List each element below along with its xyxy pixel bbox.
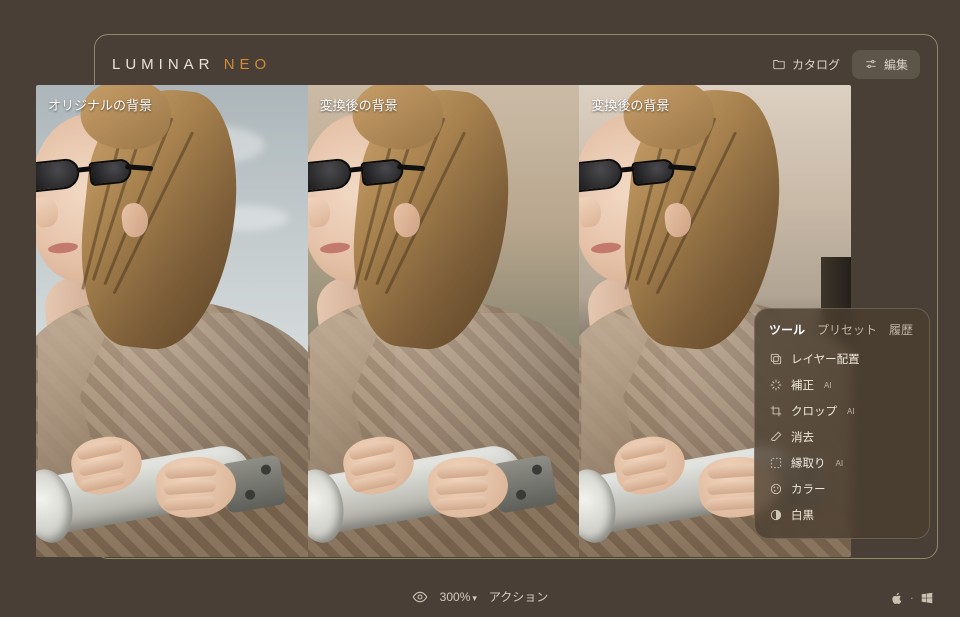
tool-color[interactable]: カラー — [765, 476, 919, 502]
tool-crop-ai: AI — [847, 407, 855, 416]
separator-dot: · — [910, 590, 914, 605]
windows-icon — [920, 591, 934, 605]
tool-enhance-label: 補正 — [791, 377, 814, 393]
contrast-icon — [769, 508, 783, 522]
selection-icon — [769, 456, 783, 470]
panel-variant-1[interactable]: 変換後の背景 — [308, 85, 580, 557]
status-bar: 300%▾ アクション — [0, 588, 960, 605]
tool-color-label: カラー — [791, 481, 826, 497]
nav-edit-label: 編集 — [884, 56, 908, 73]
tool-erase[interactable]: 消去 — [765, 424, 919, 450]
topbar: LUMINAR NEO カタログ 編集 — [94, 44, 938, 84]
eraser-icon — [769, 430, 783, 444]
tool-enhance[interactable]: 補正 AI — [765, 372, 919, 398]
tool-bw[interactable]: 白黒 — [765, 502, 919, 528]
sparkle-icon — [769, 378, 783, 392]
tool-cutout[interactable]: 縁取り AI — [765, 450, 919, 476]
chevron-down-icon: ▾ — [472, 593, 477, 603]
panel-original-label: オリジナルの背景 — [48, 95, 152, 114]
palette-icon — [769, 482, 783, 496]
layers-icon — [769, 352, 783, 366]
tool-cutout-label: 縁取り — [791, 455, 826, 471]
os-platform-icons: · — [890, 590, 934, 605]
brand-word-2: NEO — [224, 56, 272, 73]
tools-popover: ツール プリセット 履歴 レイヤー配置 補正 AI クロップ AI 消去 縁取り… — [754, 308, 930, 539]
nav-edit-button[interactable]: 編集 — [852, 50, 920, 79]
zoom-value: 300% — [440, 590, 471, 604]
action-button[interactable]: アクション — [489, 588, 548, 605]
tool-crop[interactable]: クロップ AI — [765, 398, 919, 424]
tab-tools[interactable]: ツール — [769, 321, 805, 338]
nav-catalog-label: カタログ — [792, 56, 840, 73]
sliders-icon — [864, 57, 878, 71]
popover-tabs: ツール プリセット 履歴 — [765, 321, 919, 338]
panel-variant-1-label: 変換後の背景 — [320, 95, 398, 114]
eye-icon[interactable] — [412, 589, 428, 605]
crop-icon — [769, 404, 783, 418]
tool-crop-label: クロップ — [791, 403, 837, 419]
tool-bw-label: 白黒 — [791, 507, 814, 523]
tool-cutout-ai: AI — [836, 459, 844, 468]
tab-history[interactable]: 履歴 — [889, 321, 913, 338]
tool-enhance-ai: AI — [824, 381, 832, 390]
tool-layer-placement[interactable]: レイヤー配置 — [765, 346, 919, 372]
tool-erase-label: 消去 — [791, 429, 814, 445]
brand-word-1: LUMINAR — [112, 56, 215, 73]
panel-original[interactable]: オリジナルの背景 — [36, 85, 308, 557]
panel-variant-2-label: 変換後の背景 — [591, 95, 669, 114]
apple-icon — [890, 591, 904, 605]
zoom-readout[interactable]: 300%▾ — [440, 590, 477, 604]
brand-logo: LUMINAR NEO — [112, 56, 271, 73]
nav-catalog-button[interactable]: カタログ — [760, 50, 852, 79]
tool-layer-label: レイヤー配置 — [791, 351, 860, 367]
tab-presets[interactable]: プリセット — [817, 321, 877, 338]
folder-icon — [772, 57, 786, 71]
comparison-canvas: オリジナルの背景 — [36, 85, 851, 557]
